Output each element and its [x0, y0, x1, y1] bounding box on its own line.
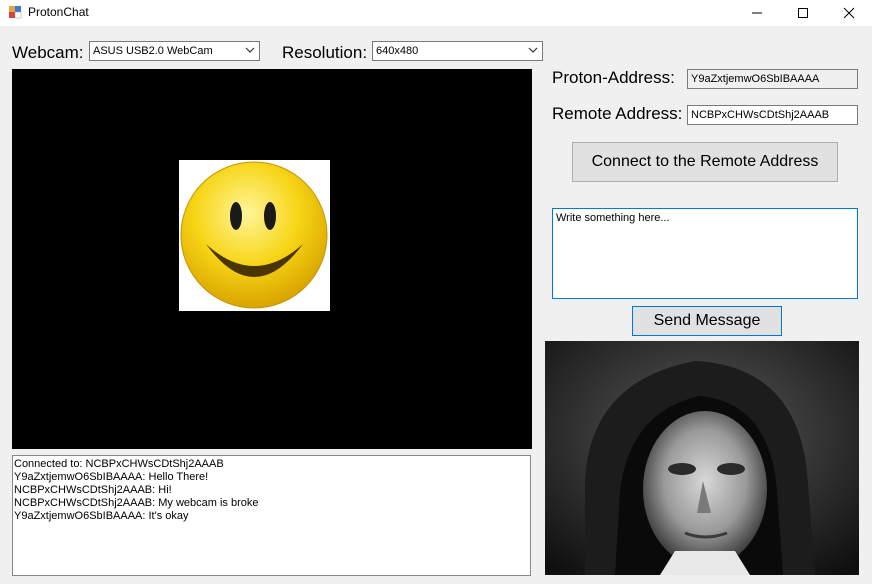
minimize-button[interactable] — [734, 0, 780, 26]
window-title: ProtonChat — [28, 5, 89, 19]
remote-video-image — [545, 341, 859, 575]
proton-address-field: Y9aZxtjemwO6SbIBAAAA — [687, 69, 858, 89]
maximize-icon — [798, 8, 808, 18]
proton-address-label: Proton-Address: — [552, 68, 675, 87]
connect-button[interactable]: Connect to the Remote Address — [572, 142, 838, 182]
title-bar: ProtonChat — [0, 0, 872, 26]
local-video-preview — [12, 69, 532, 449]
message-input[interactable]: Write something here... — [552, 208, 858, 299]
chat-log-line: NCBPxCHWsCDtShj2AAAB: Hi! — [14, 484, 172, 496]
smiley-image — [179, 160, 330, 311]
chevron-down-icon — [528, 47, 538, 53]
chevron-down-icon — [245, 47, 255, 53]
send-message-button[interactable]: Send Message — [632, 306, 782, 336]
app-icon — [9, 6, 22, 19]
chat-log-line: NCBPxCHWsCDtShj2AAAB: My webcam is broke — [14, 497, 259, 509]
minimize-icon — [752, 12, 762, 14]
chat-log[interactable]: Connected to: NCBPxCHWsCDtShj2AAAB Y9aZx… — [12, 455, 531, 576]
chat-log-line: Y9aZxtjemwO6SbIBAAAA: It's okay — [14, 510, 189, 522]
person-in-hood-photo — [545, 341, 859, 575]
chat-log-line: Y9aZxtjemwO6SbIBAAAA: Hello There! — [14, 471, 209, 483]
smiley-face-icon — [180, 161, 328, 309]
resolution-select[interactable]: 640x480 — [372, 41, 543, 61]
webcam-select-value: ASUS USB2.0 WebCam — [93, 45, 213, 57]
webcam-label: Webcam: — [12, 43, 84, 62]
close-icon — [843, 7, 855, 19]
resolution-label: Resolution: — [282, 43, 368, 62]
chat-log-line: Connected to: NCBPxCHWsCDtShj2AAAB — [14, 458, 224, 470]
close-button[interactable] — [826, 0, 872, 26]
maximize-button[interactable] — [780, 0, 826, 26]
remote-address-input[interactable]: NCBPxCHWsCDtShj2AAAB — [687, 105, 858, 125]
resolution-select-value: 640x480 — [376, 45, 419, 57]
remote-address-label: Remote Address: — [552, 104, 683, 123]
webcam-select[interactable]: ASUS USB2.0 WebCam — [89, 41, 260, 61]
